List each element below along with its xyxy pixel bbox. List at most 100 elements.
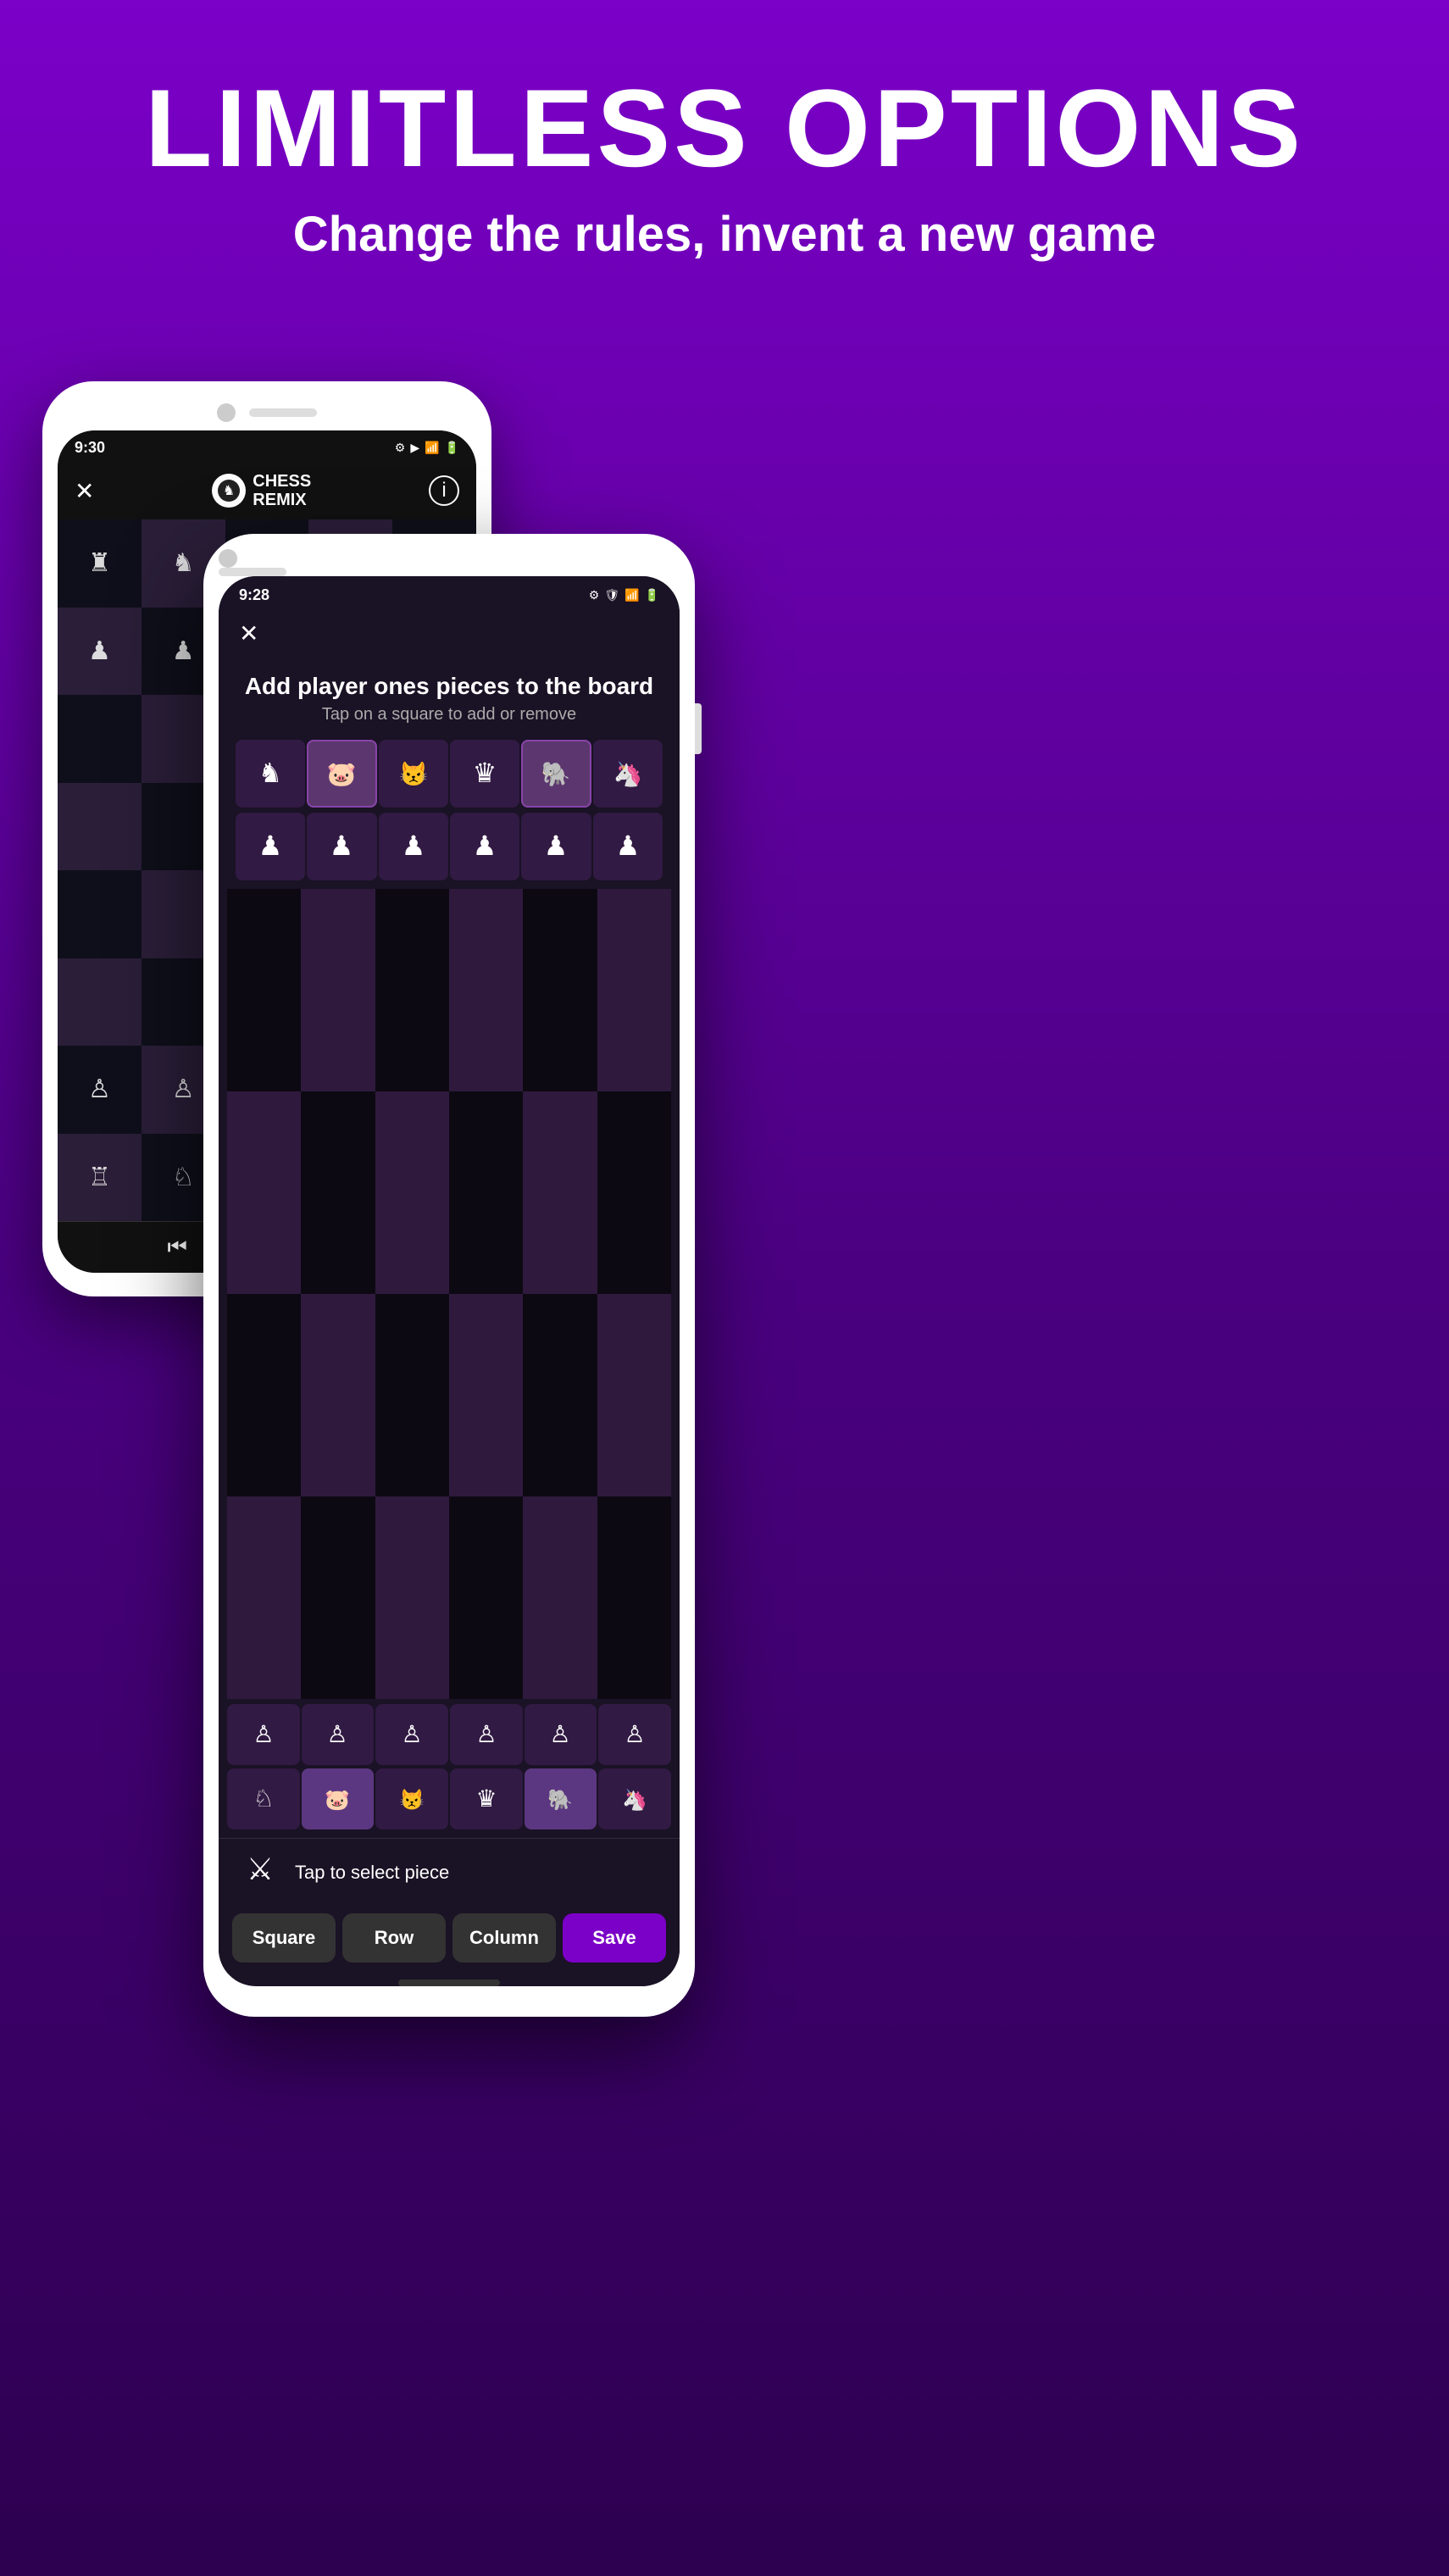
info-button-back[interactable]: i	[429, 475, 459, 506]
chess-cell-4-0[interactable]	[58, 870, 142, 958]
front-cell-1-0[interactable]	[227, 1091, 301, 1294]
svg-text:♙: ♙	[625, 1721, 646, 1747]
column-button[interactable]: Column	[452, 1913, 556, 1963]
bottom-crown[interactable]: ♛	[450, 1768, 523, 1829]
piece-wpawn-1: ♙	[172, 1074, 195, 1104]
bottom-pig[interactable]: 🐷	[302, 1768, 375, 1829]
front-cell-2-2[interactable]	[375, 1294, 449, 1496]
front-cell-0-3[interactable]	[449, 889, 523, 1091]
chess-cell-1-0[interactable]: ♟	[58, 608, 142, 696]
bottom-pawn-3[interactable]: ♙	[450, 1704, 523, 1765]
piece-pawn-0: ♟	[88, 636, 111, 666]
bottom-pawn-2[interactable]: ♙	[375, 1704, 448, 1765]
front-cell-1-1[interactable]	[301, 1091, 375, 1294]
piece-wrook: ♖	[88, 1163, 111, 1192]
bottom-pawn-4[interactable]: ♙	[525, 1704, 597, 1765]
dialog-content: Add player ones pieces to the board Tap …	[219, 659, 680, 1986]
piece-cell-pig[interactable]: 🐷	[307, 740, 376, 808]
close-button-front[interactable]: ✕	[239, 619, 258, 647]
phone-side-button	[695, 703, 702, 754]
front-cell-2-1[interactable]	[301, 1294, 375, 1496]
chess-cell-5-0[interactable]	[58, 958, 142, 1046]
bottom-pawn-5[interactable]: ♙	[598, 1704, 671, 1765]
chess-cell-7-0[interactable]: ♖	[58, 1134, 142, 1222]
phone-front: 9:28 ⚙ 🛡 📶 🔋 ✕ Add player ones pieces to…	[203, 534, 695, 2017]
main-title: LIMITLESS OPTIONS	[0, 68, 1449, 189]
piece-cell-crown[interactable]: ♛	[450, 740, 519, 808]
svg-text:♛: ♛	[475, 1785, 497, 1812]
piece-cell-horse[interactable]: 🦄	[593, 740, 663, 808]
bottom-pawn-row: ♙ ♙ ♙ ♙ ♙ ♙	[227, 1704, 671, 1765]
svg-text:♟: ♟	[401, 830, 425, 861]
piece-pawn-1: ♟	[172, 636, 195, 666]
front-cell-3-5[interactable]	[597, 1496, 671, 1699]
front-cell-1-3[interactable]	[449, 1091, 523, 1294]
chess-cell-3-0[interactable]	[58, 783, 142, 871]
bottom-cat[interactable]: 😾	[375, 1768, 448, 1829]
save-button[interactable]: Save	[563, 1913, 666, 1963]
bottom-main-row: ♘ 🐷 😾 ♛ 🐘 🦄	[227, 1768, 671, 1829]
piece-cell-pawn-4[interactable]: ♟	[521, 813, 591, 880]
bottom-pieces-section: ♙ ♙ ♙ ♙ ♙ ♙ ♘ 🐷 😾 ♛ 🐘 🦄	[219, 1699, 680, 1838]
svg-text:🐷: 🐷	[327, 761, 357, 788]
piece-cell-pawn-2[interactable]: ♟	[379, 813, 448, 880]
piece-cell-cat[interactable]: 😾	[379, 740, 448, 808]
front-cell-0-2[interactable]	[375, 889, 449, 1091]
signal-icon-back: 📶	[425, 441, 439, 455]
settings-icon-back: ⚙	[395, 441, 406, 455]
select-piece-bar: ⚔ Tap to select piece	[219, 1838, 680, 1905]
front-cell-1-2[interactable]	[375, 1091, 449, 1294]
chess-cell-2-0[interactable]	[58, 695, 142, 783]
speaker-bar-front	[219, 568, 286, 576]
square-button[interactable]: Square	[232, 1913, 336, 1963]
status-time-back: 9:30	[75, 439, 105, 457]
front-cell-0-0[interactable]	[227, 889, 301, 1091]
bottom-pawn-0[interactable]: ♙	[227, 1704, 300, 1765]
front-cell-3-1[interactable]	[301, 1496, 375, 1699]
status-icons-back: ⚙ ▶ 📶 🔋	[395, 441, 459, 455]
piece-selector-pawns: ♟ ♟ ♟ ♟ ♟ ♟	[227, 813, 671, 884]
header-section: LIMITLESS OPTIONS Change the rules, inve…	[0, 0, 1449, 314]
front-cell-3-4[interactable]	[523, 1496, 597, 1699]
bottom-unicorn[interactable]: 🦄	[598, 1768, 671, 1829]
svg-text:♛: ♛	[473, 758, 497, 788]
front-cell-2-3[interactable]	[449, 1294, 523, 1496]
nav-back-start[interactable]: ⏮	[168, 1234, 187, 1261]
front-cell-1-4[interactable]	[523, 1091, 597, 1294]
piece-cell-pawn-0[interactable]: ♟	[236, 813, 305, 880]
close-button-back[interactable]: ✕	[75, 477, 94, 505]
chess-cell-6-0[interactable]: ♙	[58, 1046, 142, 1134]
svg-text:♙: ♙	[475, 1721, 497, 1747]
select-piece-icon: ⚔	[239, 1847, 281, 1898]
front-cell-3-0[interactable]	[227, 1496, 301, 1699]
svg-text:♙: ♙	[253, 1721, 274, 1747]
chess-cell-0-0[interactable]: ♜	[58, 519, 142, 608]
bottom-pawn-1[interactable]: ♙	[302, 1704, 375, 1765]
piece-cell-knight[interactable]: ♞	[236, 740, 305, 808]
select-piece-text: Tap to select piece	[295, 1862, 449, 1884]
front-cell-2-5[interactable]	[597, 1294, 671, 1496]
chess-remix-icon: ♞	[217, 479, 241, 502]
front-cell-0-1[interactable]	[301, 889, 375, 1091]
bottom-horse[interactable]: ♘	[227, 1768, 300, 1829]
piece-cell-pawn-5[interactable]: ♟	[593, 813, 663, 880]
front-cell-1-5[interactable]	[597, 1091, 671, 1294]
phone-back-notch	[58, 397, 476, 430]
piece-cell-pawn-3[interactable]: ♟	[450, 813, 519, 880]
piece-rook-black: ♜	[88, 548, 111, 578]
front-cell-0-5[interactable]	[597, 889, 671, 1091]
row-button[interactable]: Row	[342, 1913, 446, 1963]
app-logo-text-back: CHESS REMIX	[253, 472, 311, 509]
app-title-line1: CHESS	[253, 472, 311, 491]
svg-text:♟: ♟	[473, 830, 497, 861]
front-cell-2-4[interactable]	[523, 1294, 597, 1496]
front-cell-3-2[interactable]	[375, 1496, 449, 1699]
piece-cell-elephant[interactable]: 🐘	[521, 740, 591, 808]
piece-cell-pawn-1[interactable]: ♟	[307, 813, 376, 880]
front-cell-0-4[interactable]	[523, 889, 597, 1091]
camera-dot-front	[219, 549, 237, 568]
front-cell-3-3[interactable]	[449, 1496, 523, 1699]
front-cell-2-0[interactable]	[227, 1294, 301, 1496]
bottom-elephant[interactable]: 🐘	[525, 1768, 597, 1829]
svg-text:♞: ♞	[258, 758, 283, 788]
